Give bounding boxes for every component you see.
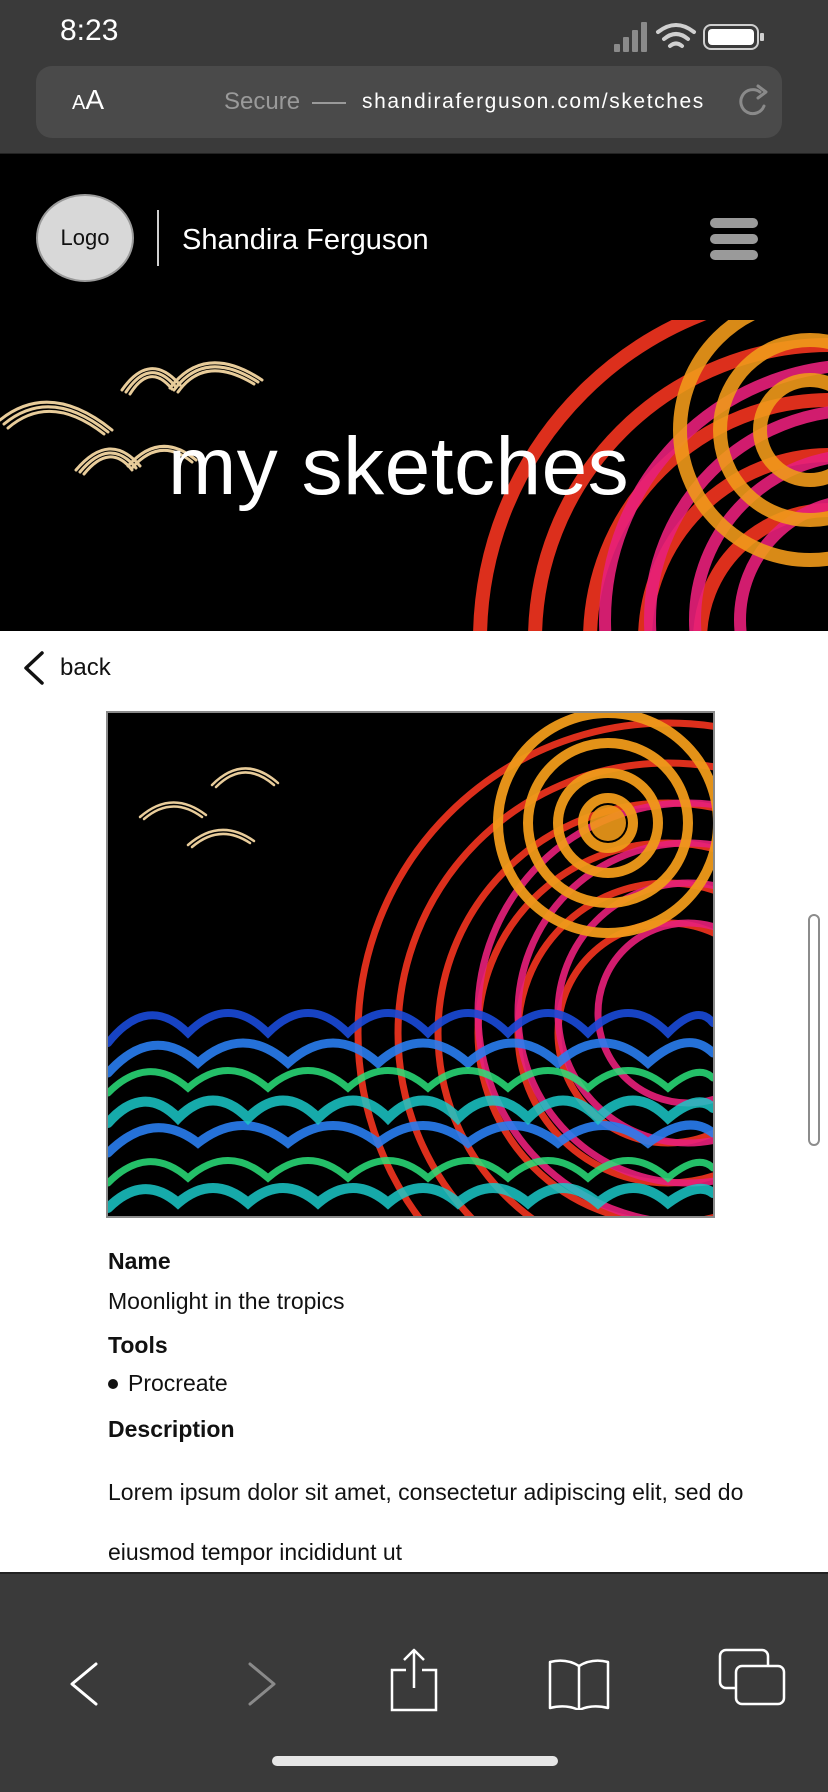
header-divider (157, 210, 159, 266)
back-link[interactable]: back (22, 648, 111, 688)
secure-divider (312, 102, 346, 104)
share-icon[interactable] (388, 1648, 440, 1717)
status-time: 8:23 (60, 14, 119, 47)
name-label: Name (108, 1248, 171, 1274)
url-text[interactable]: shandiraferguson.com/sketches (362, 90, 705, 114)
address-bar[interactable]: AA Secure shandiraferguson.com/sketches (36, 66, 782, 138)
home-indicator[interactable] (272, 1756, 558, 1766)
hamburger-menu-icon[interactable] (710, 218, 758, 265)
wifi-icon (656, 23, 696, 48)
hero-banner: my sketches (0, 320, 828, 631)
cellular-signal-icon (614, 22, 647, 52)
reload-icon[interactable] (736, 84, 772, 125)
description-text: Lorem ipsum dolor sit amet, consectetur … (108, 1479, 744, 1565)
secure-label: Secure (224, 88, 301, 115)
description-label: Description (108, 1416, 235, 1442)
status-icons (614, 20, 766, 54)
chevron-left-icon (24, 651, 44, 685)
tools-label: Tools (108, 1332, 168, 1358)
text-size-button[interactable]: AA (72, 84, 104, 116)
tool-list-item: Procreate (108, 1370, 228, 1397)
sketch-image[interactable] (106, 711, 715, 1218)
back-arrow-icon[interactable] (66, 1660, 100, 1713)
site-name[interactable]: Shandira Ferguson (182, 224, 429, 257)
forward-arrow-icon[interactable] (246, 1660, 280, 1713)
site-logo[interactable]: Logo (36, 194, 134, 282)
bookmarks-icon[interactable] (548, 1658, 610, 1715)
scrollbar[interactable] (808, 914, 820, 1146)
tool-name: Procreate (128, 1370, 228, 1396)
battery-icon (703, 24, 764, 50)
tabs-icon[interactable] (718, 1648, 788, 1713)
name-value: Moonlight in the tropics (108, 1288, 345, 1314)
back-label: back (60, 654, 111, 681)
site-header: Logo Shandira Ferguson (0, 154, 828, 320)
text-size-small-glyph: A (72, 92, 86, 114)
bullet-icon (108, 1378, 118, 1389)
hero-title: my sketches (168, 421, 630, 512)
sketch-artwork (108, 713, 713, 1216)
browser-top-bar: 8:23 AA Secure shandiraferguson.com/sket… (0, 0, 828, 154)
